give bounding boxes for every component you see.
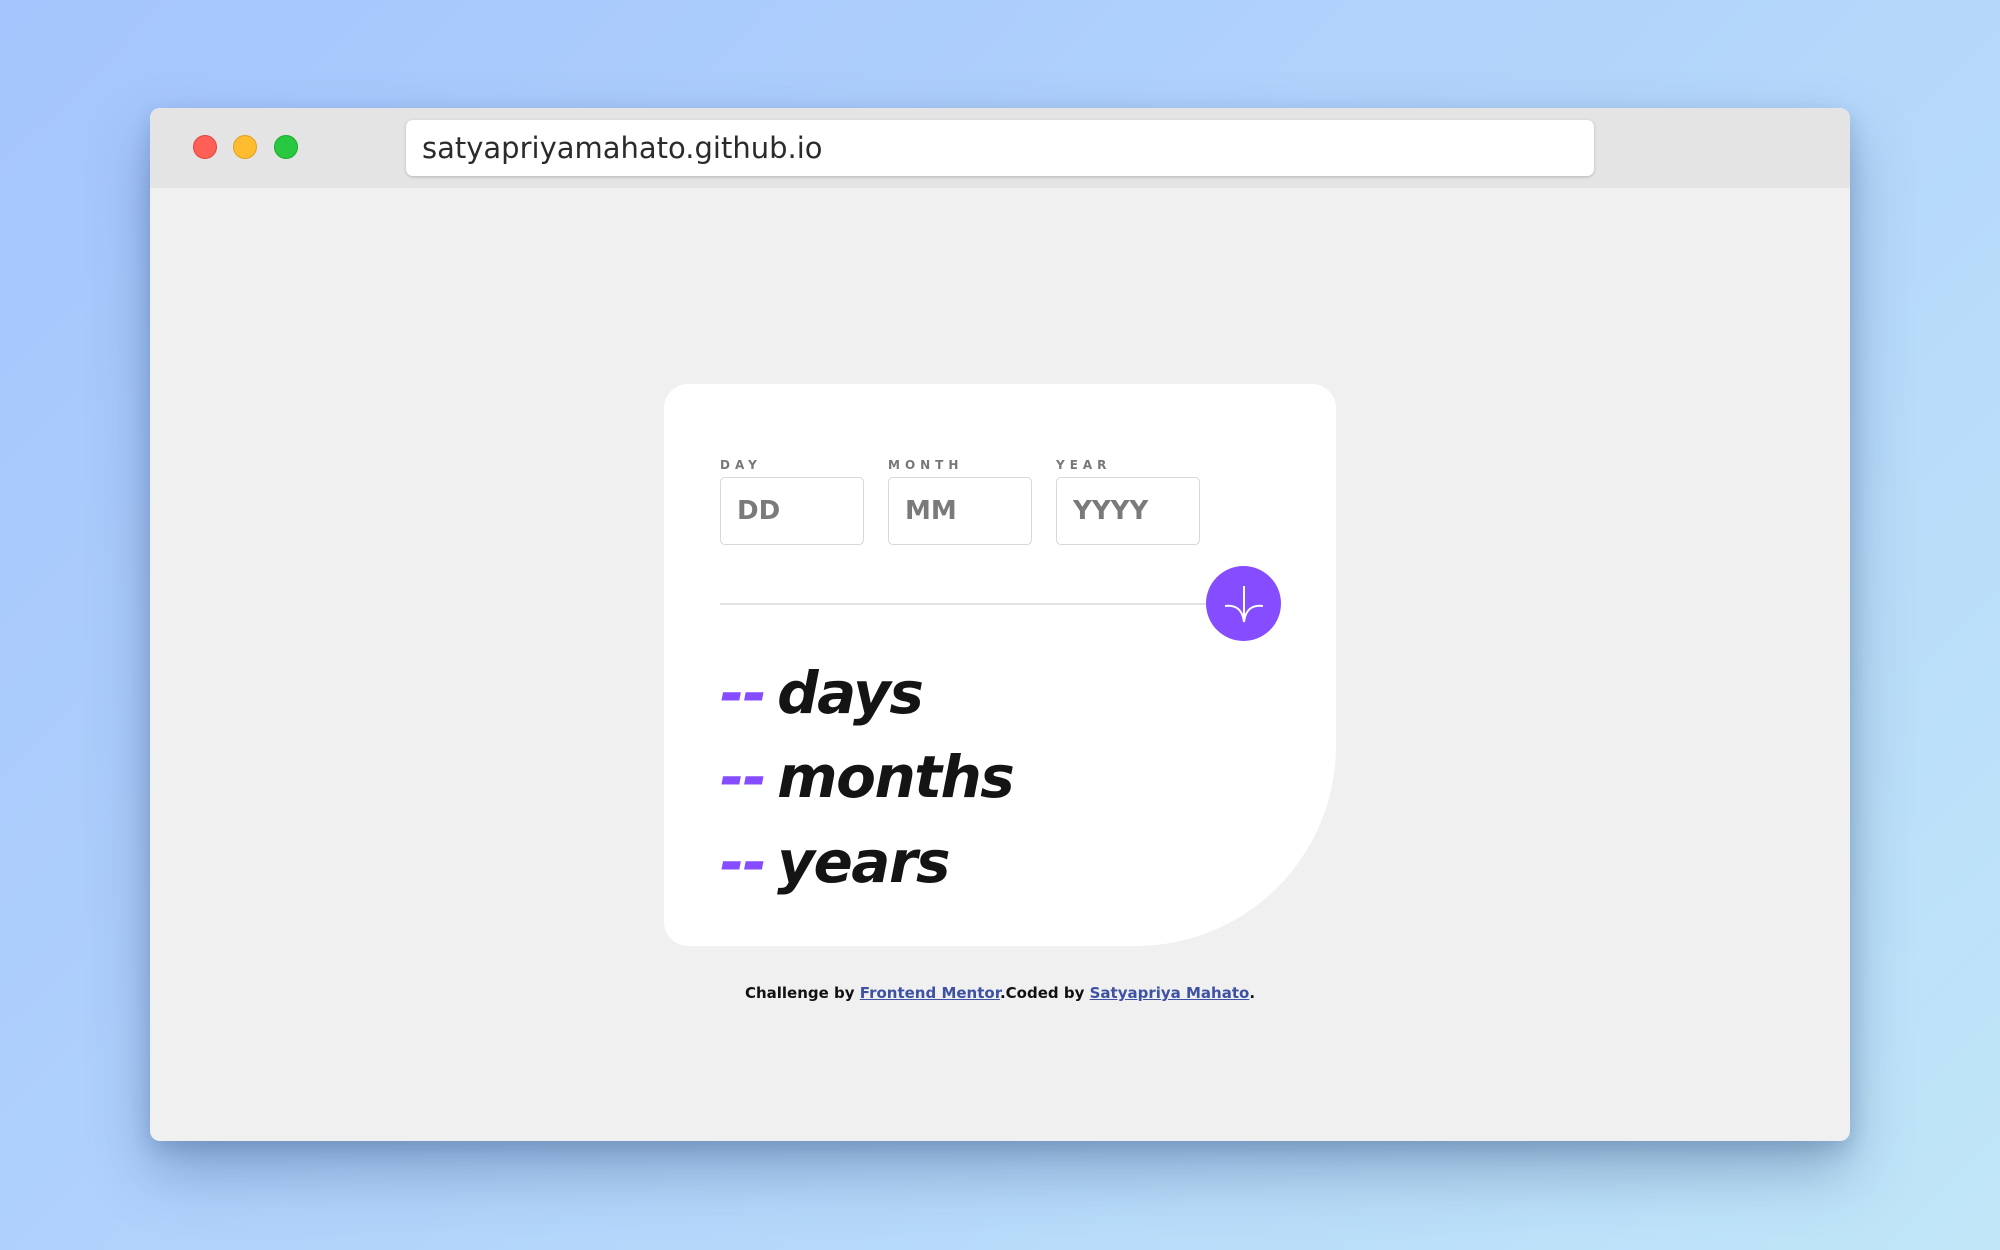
days-value: --: [720, 659, 767, 727]
footer-middle: .Coded by: [999, 984, 1090, 1002]
minimize-window-icon[interactable]: [233, 135, 257, 159]
day-input[interactable]: [720, 477, 864, 545]
month-label: MONTH: [888, 458, 964, 472]
days-unit: days: [777, 659, 924, 727]
address-bar[interactable]: satyapriyamahato.github.io: [406, 120, 1594, 176]
browser-window: satyapriyamahato.github.io DAY MONTH YEA…: [150, 108, 1850, 1141]
attribution-footer: Challenge by Frontend Mentor.Coded by Sa…: [150, 984, 1850, 1002]
days-result: -- days: [720, 664, 924, 722]
year-label: YEAR: [1056, 458, 1112, 472]
months-value: --: [720, 743, 767, 811]
year-input[interactable]: [1056, 477, 1200, 545]
arrow-down-icon: [1224, 585, 1263, 622]
age-calculator-card: DAY MONTH YEAR --days --months --years: [664, 384, 1336, 946]
author-link[interactable]: Satyapriya Mahato: [1090, 984, 1250, 1002]
month-input[interactable]: [888, 477, 1032, 545]
submit-button[interactable]: [1206, 566, 1281, 641]
browser-titlebar: satyapriyamahato.github.io: [150, 108, 1850, 188]
maximize-window-icon[interactable]: [274, 135, 298, 159]
years-unit: years: [777, 828, 950, 896]
close-window-icon[interactable]: [193, 135, 217, 159]
form-divider: [720, 603, 1280, 605]
footer-suffix: .: [1249, 984, 1256, 1002]
years-value: --: [720, 828, 767, 896]
months-unit: months: [777, 743, 1015, 811]
frontend-mentor-link[interactable]: Frontend Mentor: [860, 984, 1000, 1002]
day-label: DAY: [720, 458, 762, 472]
years-result: -- years: [720, 833, 951, 891]
footer-prefix: Challenge by: [744, 984, 860, 1002]
months-result: -- months: [720, 748, 1015, 806]
